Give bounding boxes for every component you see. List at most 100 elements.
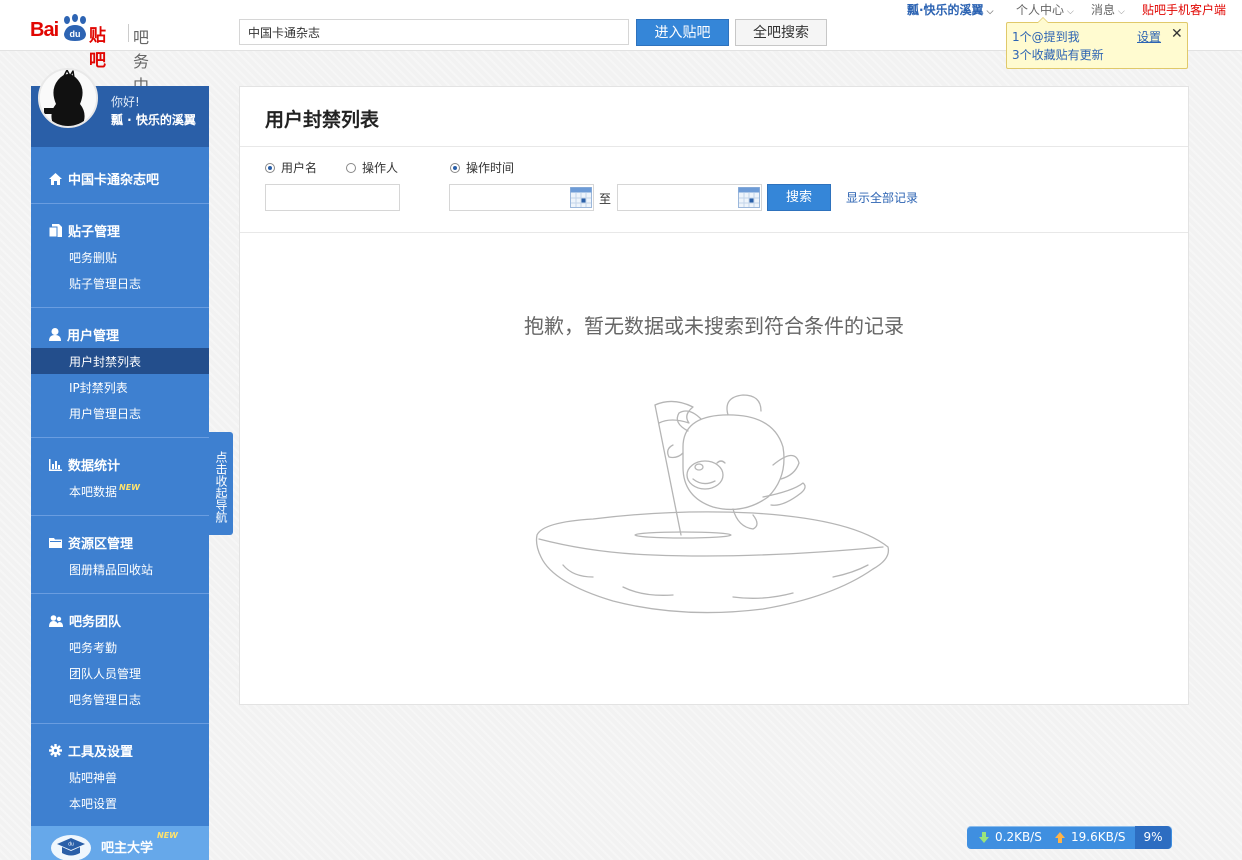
- sidebar-item-delete-posts[interactable]: 吧务删贴: [69, 249, 117, 266]
- popup-arrow: [1037, 17, 1049, 23]
- sidebar-forum-label: 中国卡通杂志吧: [68, 173, 160, 188]
- sidebar-item-post-log[interactable]: 贴子管理日志: [69, 275, 141, 292]
- sidebar-item-forum-data[interactable]: 本吧数据 NEW: [69, 483, 140, 500]
- upload-speed: 19.6KB/S: [1055, 830, 1125, 844]
- graduation-cap-icon: du: [51, 835, 91, 860]
- sidebar-section-users: 用户管理: [49, 325, 119, 344]
- all-forum-search-button[interactable]: 全吧搜索: [735, 19, 827, 46]
- sidebar-section-resources: 资源区管理: [49, 533, 133, 552]
- show-all-records-link[interactable]: 显示全部记录: [846, 189, 918, 206]
- home-icon: [49, 172, 62, 185]
- section-title: 资源区管理: [68, 537, 134, 552]
- document-icon: [49, 224, 62, 237]
- radio-label: 用户名: [281, 161, 318, 175]
- search-button[interactable]: 搜索: [767, 184, 831, 211]
- logo-tieba-text: 贴吧: [89, 26, 106, 71]
- personal-center-link[interactable]: 个人中心: [1016, 3, 1064, 17]
- user-menu[interactable]: 瓢·快乐的溪翼 ⌵: [907, 2, 993, 20]
- upload-arrow-icon: [1055, 831, 1065, 843]
- upload-speed-value: 19.6KB/S: [1071, 830, 1126, 844]
- chevron-down-icon: ⌵: [1067, 7, 1074, 17]
- page-title: 用户封禁列表: [265, 109, 380, 131]
- avatar[interactable]: [38, 68, 98, 128]
- new-badge: NEW: [119, 483, 140, 492]
- download-arrow-icon: [979, 831, 989, 843]
- sidebar-item-ip-ban-list[interactable]: IP封禁列表: [69, 379, 128, 396]
- radio-username[interactable]: 用户名: [265, 159, 317, 176]
- mention-notification-link[interactable]: 1个@提到我: [1012, 28, 1080, 45]
- main-panel: 用户封禁列表 用户名 操作人 操作时间 至 搜索 显示全部记录 抱歉，暂无数据或…: [239, 86, 1189, 705]
- messages-link[interactable]: 消息: [1091, 3, 1115, 17]
- paw-logo-icon: du: [64, 14, 86, 41]
- greeting-text: 你好!: [111, 95, 140, 109]
- end-date-input[interactable]: [617, 184, 762, 211]
- chevron-down-icon: ⌵: [1118, 7, 1125, 17]
- user-icon: [49, 328, 61, 341]
- radio-operation-time[interactable]: 操作时间: [450, 159, 514, 176]
- sidebar-item-admin-log[interactable]: 吧务管理日志: [69, 691, 141, 708]
- forum-search-input[interactable]: [239, 19, 629, 45]
- filter-divider: [240, 232, 1188, 233]
- avatar-image: [40, 70, 96, 126]
- close-icon[interactable]: ✕: [1171, 26, 1183, 42]
- notification-settings-link[interactable]: 设置: [1137, 28, 1161, 45]
- sidebar-section-team: 吧务团队: [49, 611, 121, 630]
- university-label: 吧主大学: [101, 841, 154, 856]
- radio-operator[interactable]: 操作人: [346, 159, 398, 176]
- sidebar-divider: [31, 437, 209, 438]
- sidebar-item-forum-beast[interactable]: 贴吧神兽: [69, 769, 117, 786]
- network-speed-widget[interactable]: 0.2KB/S 19.6KB/S 9%: [967, 826, 1172, 849]
- notification-popup: 1个@提到我 3个收藏贴有更新 设置 ✕: [1006, 17, 1188, 69]
- section-title: 工具及设置: [68, 745, 134, 760]
- username-input[interactable]: [265, 184, 400, 211]
- radio-label: 操作人: [362, 161, 399, 175]
- sidebar-section-stats: 数据统计: [49, 455, 120, 474]
- user-name-link[interactable]: 瓢·快乐的溪翼: [907, 3, 984, 17]
- favorites-update-link[interactable]: 3个收藏贴有更新: [1012, 46, 1104, 63]
- calendar-icon[interactable]: [570, 187, 592, 208]
- calendar-icon[interactable]: [738, 187, 760, 208]
- svg-text:du: du: [68, 842, 74, 848]
- logo-separator: [128, 24, 129, 42]
- mobile-client-link[interactable]: 贴吧手机客户端: [1142, 2, 1226, 18]
- sidebar-item-team-members[interactable]: 团队人员管理: [69, 665, 141, 682]
- empty-state-message: 抱歉，暂无数据或未搜索到符合条件的记录: [524, 314, 904, 338]
- logo-bai-text: Bai: [30, 19, 59, 41]
- sidebar-divider: [31, 203, 209, 204]
- sidebar: 你好! 瓢 · 快乐的溪翼 中国卡通杂志吧 贴子管理 吧务删贴 贴子管理日志 用…: [31, 86, 209, 860]
- sidebar-item-user-log[interactable]: 用户管理日志: [69, 405, 141, 422]
- section-title: 吧务团队: [69, 615, 122, 630]
- sidebar-item-album-recycle[interactable]: 图册精品回收站: [69, 561, 153, 578]
- download-speed-value: 0.2KB/S: [995, 830, 1042, 844]
- radio-checked-icon: [450, 162, 460, 173]
- sidebar-section-posts: 贴子管理: [49, 221, 120, 240]
- sidebar-item-label: 本吧数据: [69, 485, 118, 499]
- team-icon: [49, 614, 63, 627]
- sidebar-divider: [31, 307, 209, 308]
- cpu-percent: 9%: [1135, 826, 1171, 849]
- logo-du-text: du: [70, 29, 81, 39]
- sidebar-item-forum-settings[interactable]: 本吧设置: [69, 795, 117, 812]
- radio-label: 操作时间: [466, 161, 515, 175]
- sidebar-university-link[interactable]: du 吧主大学 NEW: [31, 826, 209, 860]
- folder-icon: [49, 538, 62, 548]
- collapse-nav-tab[interactable]: 点击收起导航: [209, 432, 233, 535]
- section-title: 数据统计: [68, 459, 121, 474]
- start-date-input[interactable]: [449, 184, 594, 211]
- radio-unchecked-icon: [346, 162, 356, 173]
- bar-chart-icon: [49, 458, 62, 471]
- sidebar-forum-home[interactable]: 中国卡通杂志吧: [49, 169, 159, 188]
- new-badge: NEW: [157, 831, 178, 840]
- messages-menu[interactable]: 消息 ⌵: [1091, 2, 1125, 20]
- enter-tieba-button[interactable]: 进入贴吧: [636, 19, 729, 46]
- chevron-down-icon: ⌵: [986, 7, 994, 17]
- sidebar-item-attendance[interactable]: 吧务考勤: [69, 639, 117, 656]
- sidebar-item-user-ban-list[interactable]: 用户封禁列表: [69, 353, 141, 370]
- download-speed: 0.2KB/S: [979, 830, 1042, 844]
- sidebar-section-tools: 工具及设置: [49, 741, 133, 760]
- section-title: 用户管理: [67, 329, 120, 344]
- sidebar-user-name[interactable]: 瓢 · 快乐的溪翼: [111, 111, 196, 128]
- empty-bear-illustration: [535, 394, 890, 614]
- sidebar-divider: [31, 723, 209, 724]
- title-divider: [240, 146, 1188, 147]
